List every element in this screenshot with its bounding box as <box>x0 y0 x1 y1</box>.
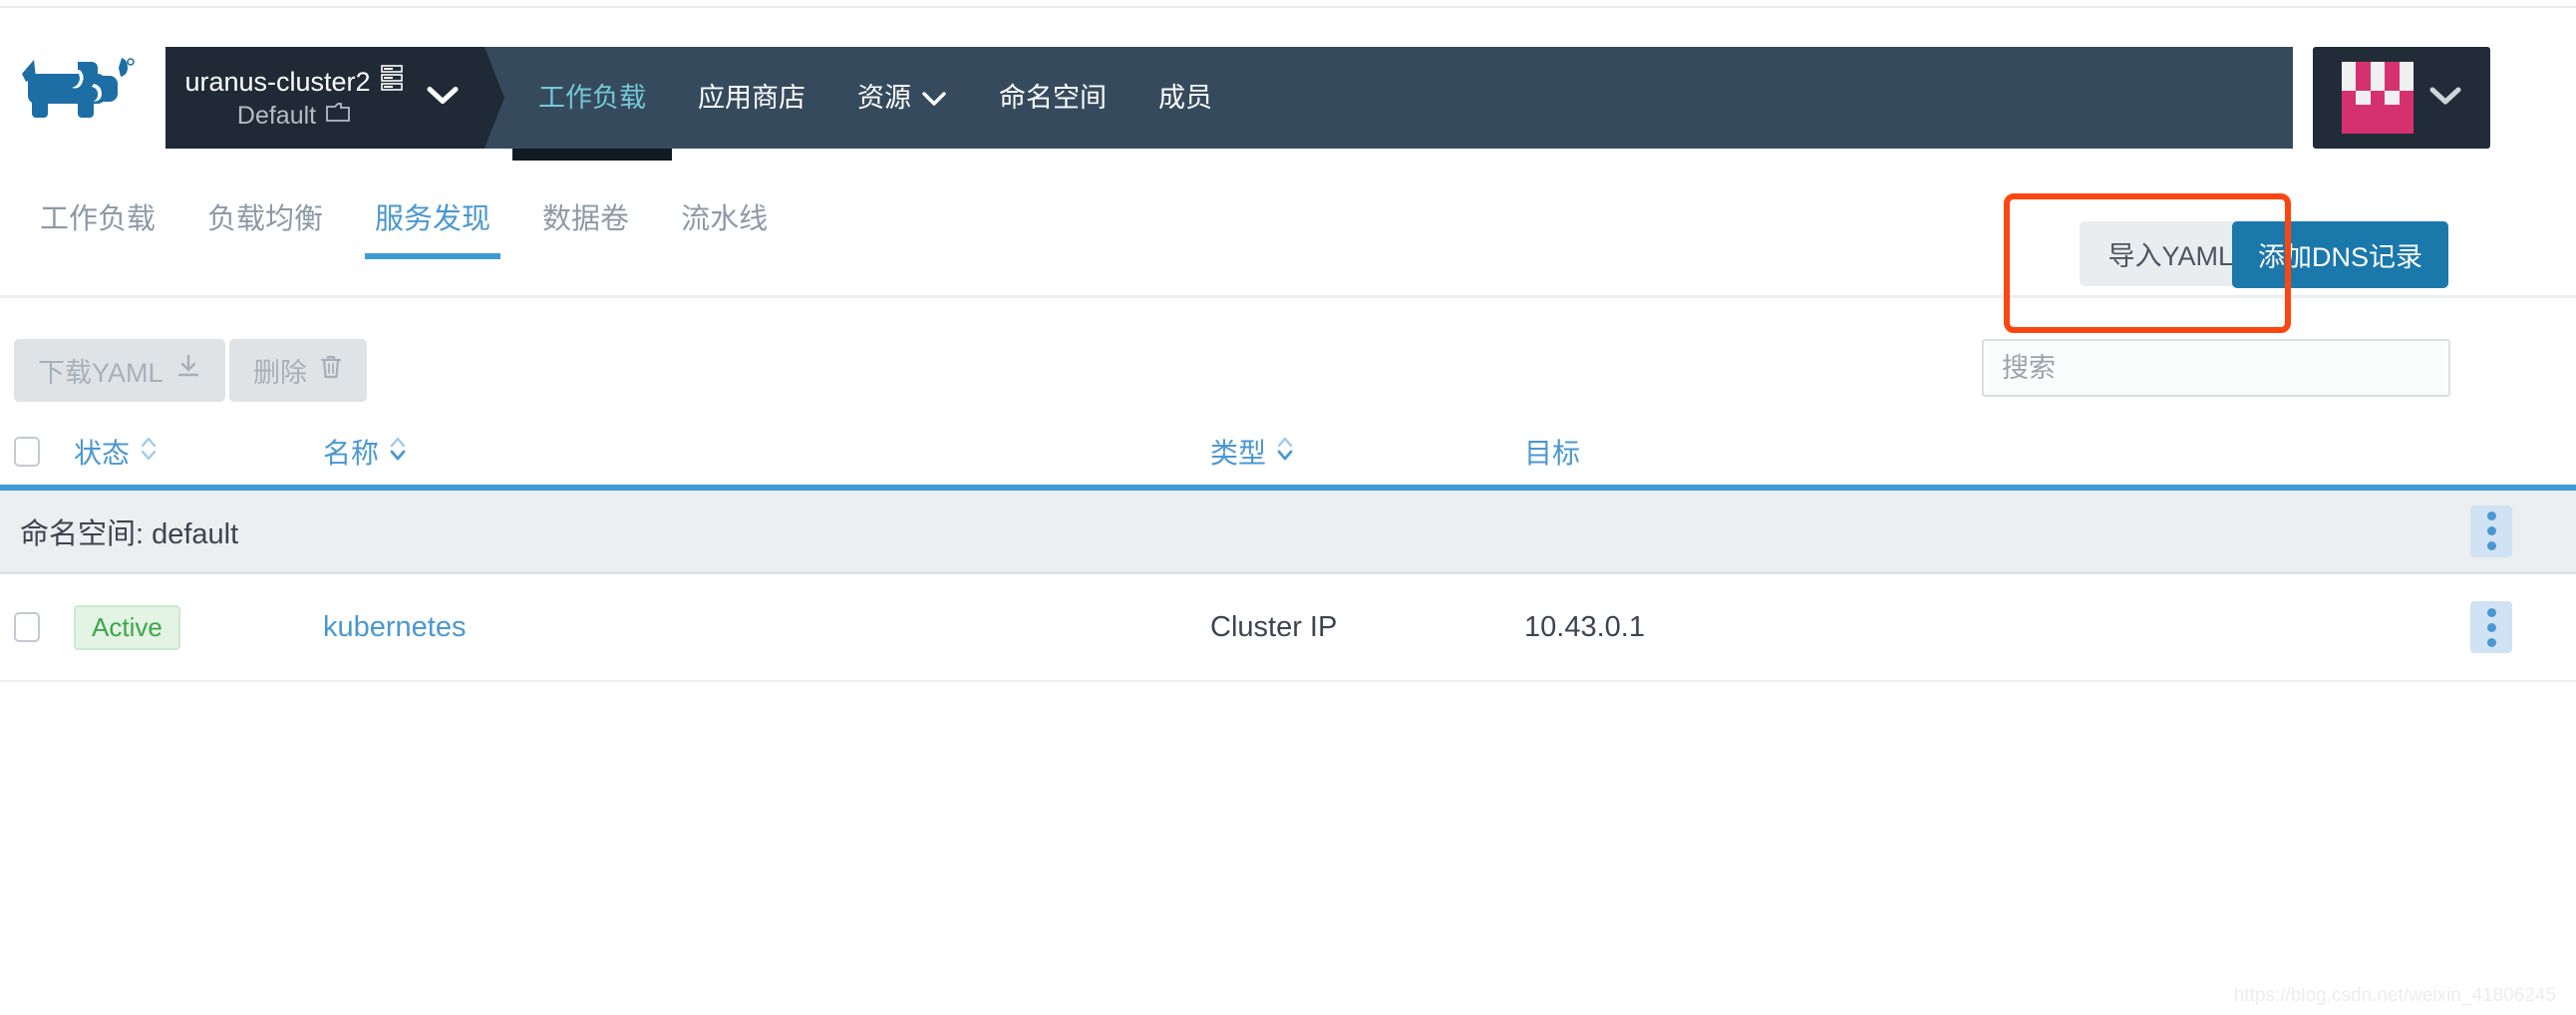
service-name-link[interactable]: kubernetes <box>323 611 467 643</box>
project-name-label: Default <box>236 102 317 130</box>
column-header-target[interactable]: 目标 <box>1524 432 2407 472</box>
cluster-name-label: uranus-cluster2 <box>184 67 371 97</box>
window-top-strip <box>0 0 2576 8</box>
nav-item-label: 成员 <box>1158 83 1212 113</box>
row-state-cell: Active <box>74 604 323 650</box>
nav-item-app-store[interactable]: 应用商店 <box>672 47 831 149</box>
sort-updown-icon <box>140 436 158 469</box>
project-name-row: Default <box>237 100 351 132</box>
kebab-menu-icon[interactable] <box>2470 505 2512 557</box>
nav-item-members[interactable]: 成员 <box>1132 47 1238 149</box>
select-all-checkbox[interactable] <box>14 437 40 467</box>
user-identicon-avatar <box>2342 62 2414 134</box>
chevron-down-icon <box>921 47 947 149</box>
service-target-value: 10.43.0.1 <box>1524 610 1645 643</box>
nav-pointer-arrow <box>484 47 504 149</box>
column-header-label: 类型 <box>1210 438 1267 469</box>
namespace-group-row: 命名空间: default <box>0 491 2576 574</box>
nav-item-label: 命名空间 <box>999 83 1107 113</box>
column-header-type[interactable]: 类型 <box>1210 432 1524 472</box>
cluster-project-selector[interactable]: uranus-cluster2 Default <box>165 47 484 149</box>
delete-label: 删除 <box>253 358 307 388</box>
column-header-state[interactable]: 状态 <box>74 432 323 472</box>
nav-item-label: 资源 <box>857 83 911 113</box>
download-yaml-button[interactable]: 下载YAML <box>14 339 225 402</box>
row-select-cell <box>14 612 74 642</box>
row-actions-cell <box>2407 601 2576 653</box>
tabs-divider <box>0 295 2576 298</box>
namespace-group-actions <box>2407 505 2576 557</box>
nav-item-namespaces[interactable]: 命名空间 <box>973 47 1132 149</box>
delete-button[interactable]: 删除 <box>229 339 367 402</box>
column-header-label: 名称 <box>323 438 380 469</box>
nav-item-label: 应用商店 <box>698 83 805 113</box>
tab-load-balancing[interactable]: 负载均衡 <box>181 187 349 259</box>
chevron-down-icon[interactable] <box>2429 86 2461 111</box>
select-all-cell <box>14 437 74 467</box>
nav-item-label: 工作负载 <box>538 83 646 113</box>
app-header: uranus-cluster2 Default 工作负载 应用商店 资源 命名空… <box>0 10 2576 161</box>
server-stack-icon <box>380 64 404 100</box>
status-badge: Active <box>74 604 180 650</box>
tab-pipelines[interactable]: 流水线 <box>655 187 794 259</box>
tab-service-discovery[interactable]: 服务发现 <box>349 187 516 259</box>
table-row[interactable]: Active kubernetes Cluster IP 10.43.0.1 <box>0 574 2576 682</box>
download-yaml-label: 下载YAML <box>38 358 163 388</box>
row-checkbox[interactable] <box>14 612 40 642</box>
rancher-cow-logo[interactable] <box>18 48 148 120</box>
search-input[interactable] <box>1982 339 2450 397</box>
add-dns-record-button[interactable]: 添加DNS记录 <box>2231 221 2448 288</box>
column-header-label: 状态 <box>74 438 131 469</box>
kebab-menu-icon[interactable] <box>2470 601 2512 653</box>
trash-icon <box>319 354 343 387</box>
primary-nav: 工作负载 应用商店 资源 命名空间 成员 <box>484 47 2293 161</box>
nav-item-workloads[interactable]: 工作负载 <box>512 47 672 161</box>
column-header-name[interactable]: 名称 <box>323 432 1210 472</box>
chevron-down-icon[interactable] <box>427 86 459 111</box>
column-header-label: 目标 <box>1524 438 1581 469</box>
watermark-text: https://blog.csdn.net/weixin_41806245 <box>2233 985 2556 1006</box>
services-table: 状态 名称 类型 目标 命名空间: default Active kuberne… <box>0 419 2576 682</box>
service-type-value: Cluster IP <box>1210 610 1338 643</box>
tab-volumes[interactable]: 数据卷 <box>516 187 655 259</box>
row-name-cell: kubernetes <box>323 611 1210 644</box>
cluster-name-row: uranus-cluster2 <box>184 64 403 100</box>
tab-workloads[interactable]: 工作负载 <box>14 187 181 259</box>
user-menu[interactable] <box>2313 47 2490 149</box>
download-icon <box>175 354 201 387</box>
folder-icon <box>325 100 351 132</box>
nav-item-resources[interactable]: 资源 <box>831 47 973 149</box>
row-type-cell: Cluster IP <box>1210 611 1524 644</box>
sort-updown-icon <box>1276 436 1294 469</box>
table-header-row: 状态 名称 类型 目标 <box>0 419 2576 485</box>
row-target-cell: 10.43.0.1 <box>1524 611 2407 644</box>
sort-updown-icon <box>389 436 407 469</box>
namespace-group-label: 命名空间: default <box>20 517 239 550</box>
